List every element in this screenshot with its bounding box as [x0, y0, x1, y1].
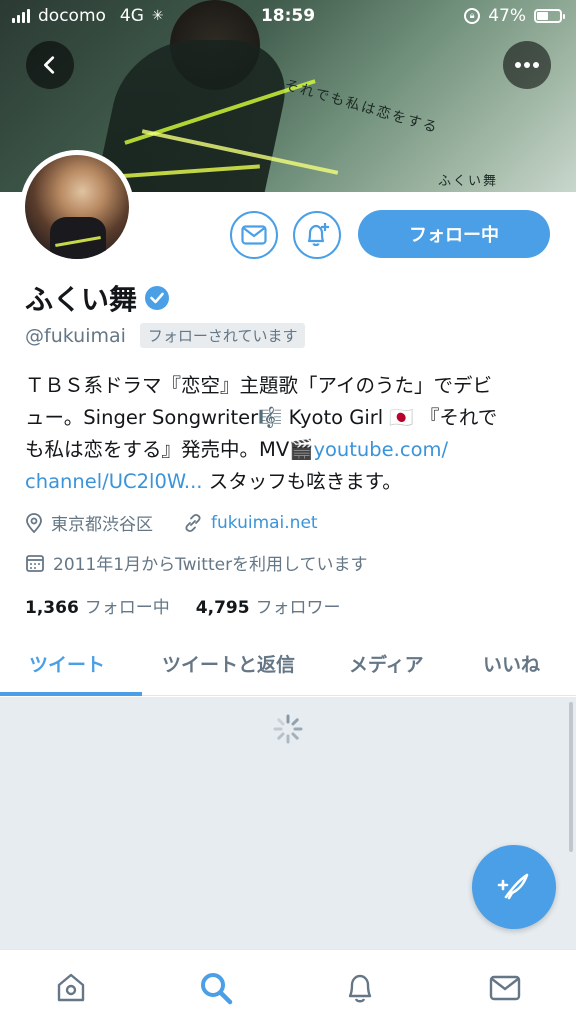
profile-location: 東京都渋谷区 [51, 515, 153, 535]
nav-home[interactable] [53, 970, 89, 1006]
profile-name-row: ふくい舞 [25, 278, 170, 318]
bottom-navigation [0, 949, 576, 1024]
loading-spinner-icon [273, 714, 303, 744]
tab-likes[interactable]: いいね [483, 650, 540, 677]
followers-label[interactable]: フォロワー [256, 593, 341, 618]
following-count[interactable]: 1,366 [25, 598, 79, 618]
message-button[interactable] [230, 211, 278, 259]
followers-count[interactable]: 4,795 [196, 598, 250, 618]
bio-line: ュー。Singer Songwriter🎼 Kyoto Girl 🇯🇵 『それで [25, 406, 498, 429]
bio-link[interactable]: channel/UC2l0W... [25, 470, 203, 493]
profile-bio: ＴＢＳ系ドラマ『恋空』主題歌「アイのうた」でデビ ュー。Singer Songw… [25, 370, 555, 498]
profile-meta-location: 東京都渋谷区 fukuimai.net [25, 510, 318, 535]
bio-line: も私は恋をする』発売中。MV🎬 [25, 438, 314, 461]
follows-you-badge: フォローされています [139, 323, 306, 348]
nav-notifications[interactable] [342, 970, 378, 1006]
verified-icon [145, 286, 170, 310]
profile-name: ふくい舞 [25, 283, 138, 316]
rotation-lock-icon: 🔒︎ [464, 8, 481, 24]
calendar-icon [26, 554, 44, 572]
home-icon [57, 973, 85, 1002]
location-pin-icon [26, 512, 42, 533]
back-button[interactable] [26, 41, 74, 89]
avatar[interactable] [20, 150, 134, 264]
status-bar: docomo 4G ✳ 18:59 🔒︎ 47% [0, 0, 576, 34]
bio-link[interactable]: youtube.com/ [313, 438, 448, 461]
profile-joined-date: 2011年1月からTwitterを利用しています [53, 555, 368, 575]
banner-name: ふくい舞 [438, 174, 499, 189]
mail-icon [489, 975, 521, 1001]
nav-messages[interactable] [487, 970, 523, 1006]
tab-tweets-and-replies[interactable]: ツイートと返信 [162, 650, 295, 677]
profile-stats: 1,366 フォロー中 4,795 フォロワー [25, 593, 341, 618]
bell-icon [348, 974, 372, 1003]
handle-row: @fukuimai フォローされています [25, 323, 306, 348]
profile-meta-joined: 2011年1月からTwitterを利用しています [25, 550, 368, 575]
scrollbar[interactable] [569, 702, 573, 852]
compose-tweet-button[interactable] [472, 845, 556, 929]
bio-line: ＴＢＳ系ドラマ『恋空』主題歌「アイのうた」でデビ [25, 374, 493, 397]
following-label[interactable]: フォロー中 [85, 593, 170, 618]
link-icon [185, 513, 201, 532]
profile-handle: @fukuimai [25, 324, 126, 347]
banner-text: それでも私は恋をする [282, 77, 441, 137]
profile-website[interactable]: fukuimai.net [211, 513, 318, 533]
bio-line: スタッフも呟きます。 [202, 470, 402, 493]
feather-plus-icon [497, 873, 529, 900]
chevron-left-icon [44, 56, 55, 74]
following-button[interactable]: フォロー中 [358, 210, 550, 258]
mail-icon [241, 225, 267, 245]
more-button[interactable] [503, 41, 551, 89]
notifications-button[interactable] [293, 211, 341, 259]
tab-media[interactable]: メディア [349, 650, 424, 677]
bell-plus-icon [307, 223, 329, 247]
battery-percent: 47% [488, 6, 526, 26]
tab-active-indicator [0, 692, 142, 696]
more-dots-icon [515, 62, 539, 68]
profile-tabs: ツイート ツイートと返信 メディア いいね [0, 632, 576, 696]
battery-icon [534, 9, 565, 23]
nav-search[interactable] [198, 970, 234, 1006]
search-icon [201, 973, 233, 1005]
tab-tweets[interactable]: ツイート [29, 650, 105, 677]
